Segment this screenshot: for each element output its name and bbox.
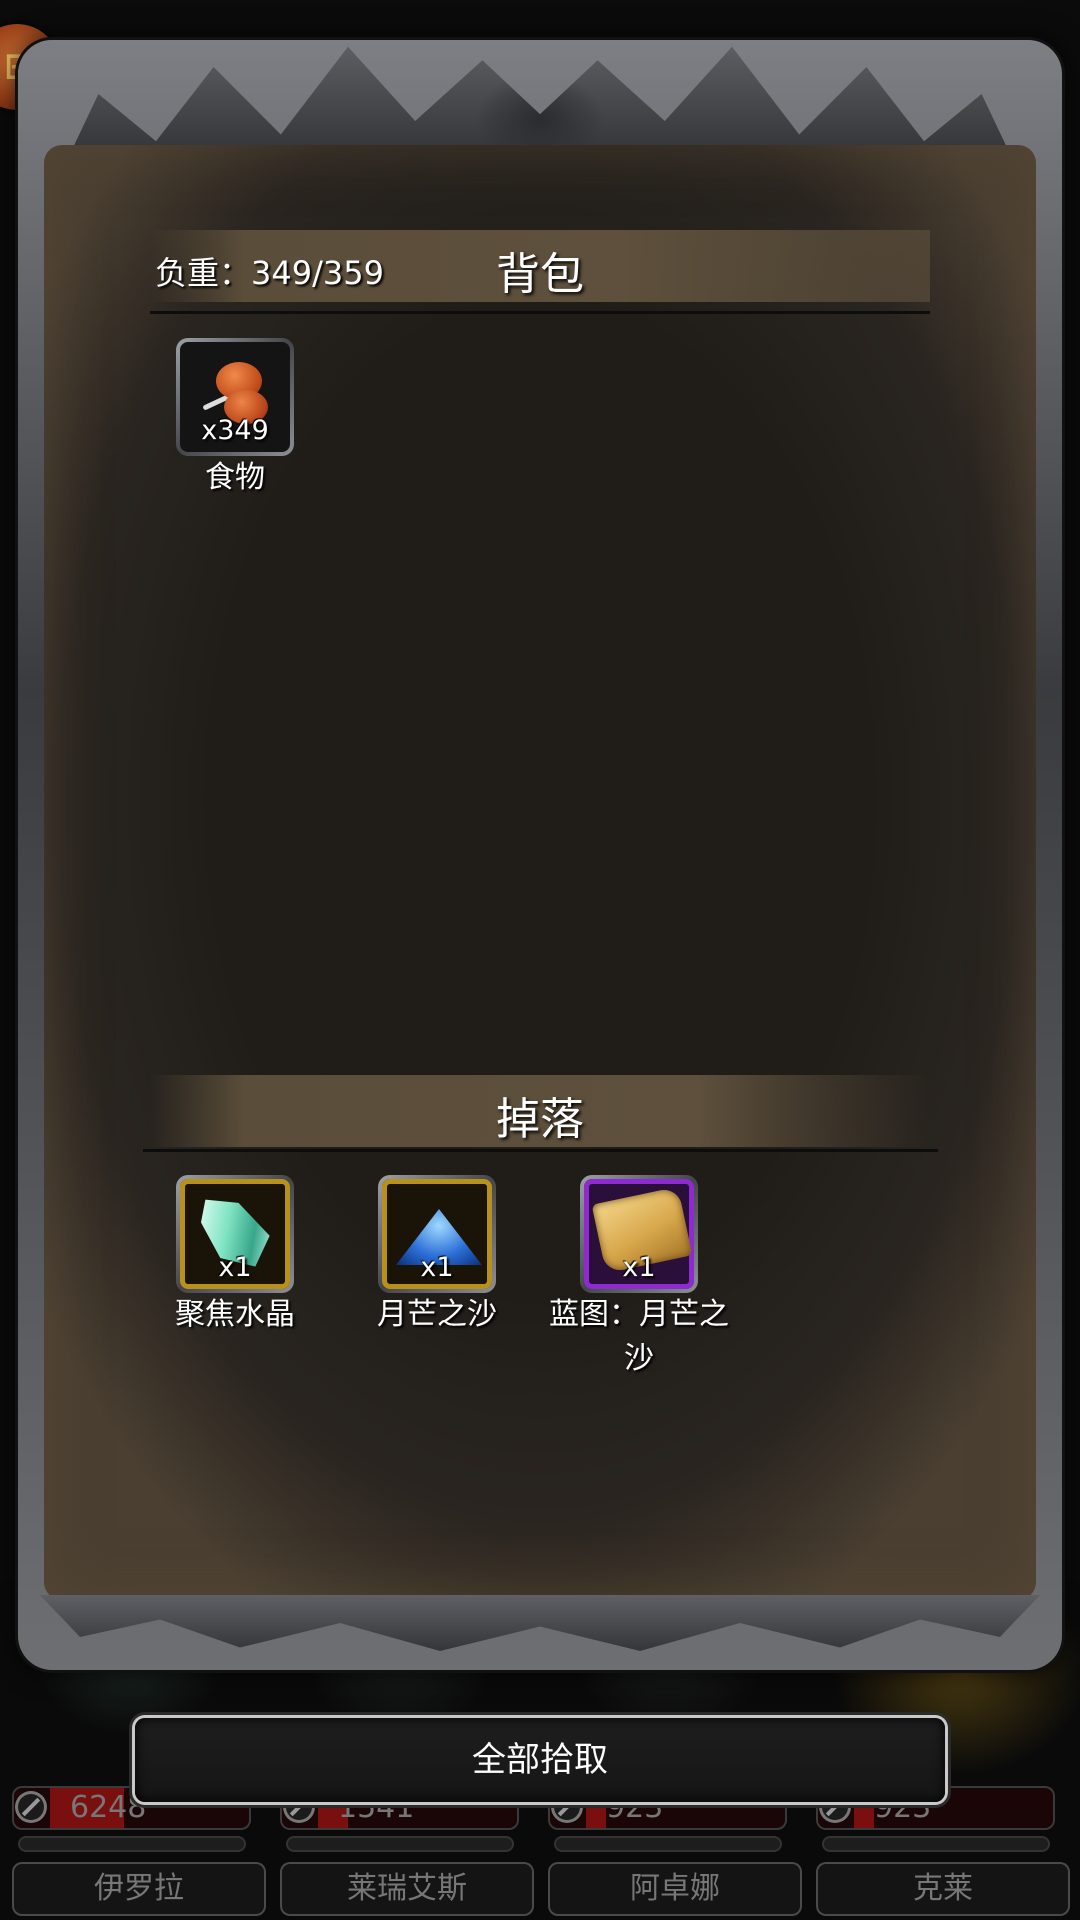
drop-item-blueprint[interactable]: x1 蓝图：月芒之沙 <box>532 1175 732 1381</box>
drops-title: 掉落 <box>496 1094 584 1145</box>
pick-all-button[interactable]: 全部拾取 <box>135 1718 945 1802</box>
item-name: 月芒之沙 <box>377 1297 497 1332</box>
hp-sword-icon <box>18 1794 44 1820</box>
divider <box>143 1149 938 1152</box>
item-name: 蓝图：月芒之沙 <box>549 1297 729 1376</box>
party-member-name[interactable]: 莱瑞艾斯 <box>282 1864 532 1914</box>
inventory-item-food[interactable]: x349 食物 <box>128 338 328 500</box>
item-slot[interactable]: x1 <box>378 1175 496 1293</box>
mana-bar <box>288 1838 512 1850</box>
weight-capacity: 负重：349/359 <box>155 254 384 292</box>
item-count: x1 <box>420 1252 454 1283</box>
item-slot[interactable]: x1 <box>176 1175 294 1293</box>
item-slot[interactable]: x1 <box>580 1175 698 1293</box>
item-name: 食物 <box>205 460 265 495</box>
divider <box>150 311 930 314</box>
item-name: 聚焦水晶 <box>175 1297 295 1332</box>
mana-bar <box>20 1838 244 1850</box>
drop-item-focus-crystal[interactable]: x1 聚焦水晶 <box>128 1175 328 1337</box>
item-slot[interactable]: x349 <box>176 338 294 456</box>
mana-bar <box>556 1838 780 1850</box>
party-member-name[interactable]: 伊罗拉 <box>14 1864 264 1914</box>
backpack-title: 背包 <box>496 249 584 300</box>
item-count: x1 <box>218 1252 252 1283</box>
mana-bar <box>824 1838 1048 1850</box>
party-member-name[interactable]: 克莱 <box>818 1864 1068 1914</box>
item-count: x1 <box>622 1252 656 1283</box>
party-member-name[interactable]: 阿卓娜 <box>550 1864 800 1914</box>
drop-item-moon-sand[interactable]: x1 月芒之沙 <box>330 1175 530 1337</box>
item-count: x349 <box>201 415 269 446</box>
